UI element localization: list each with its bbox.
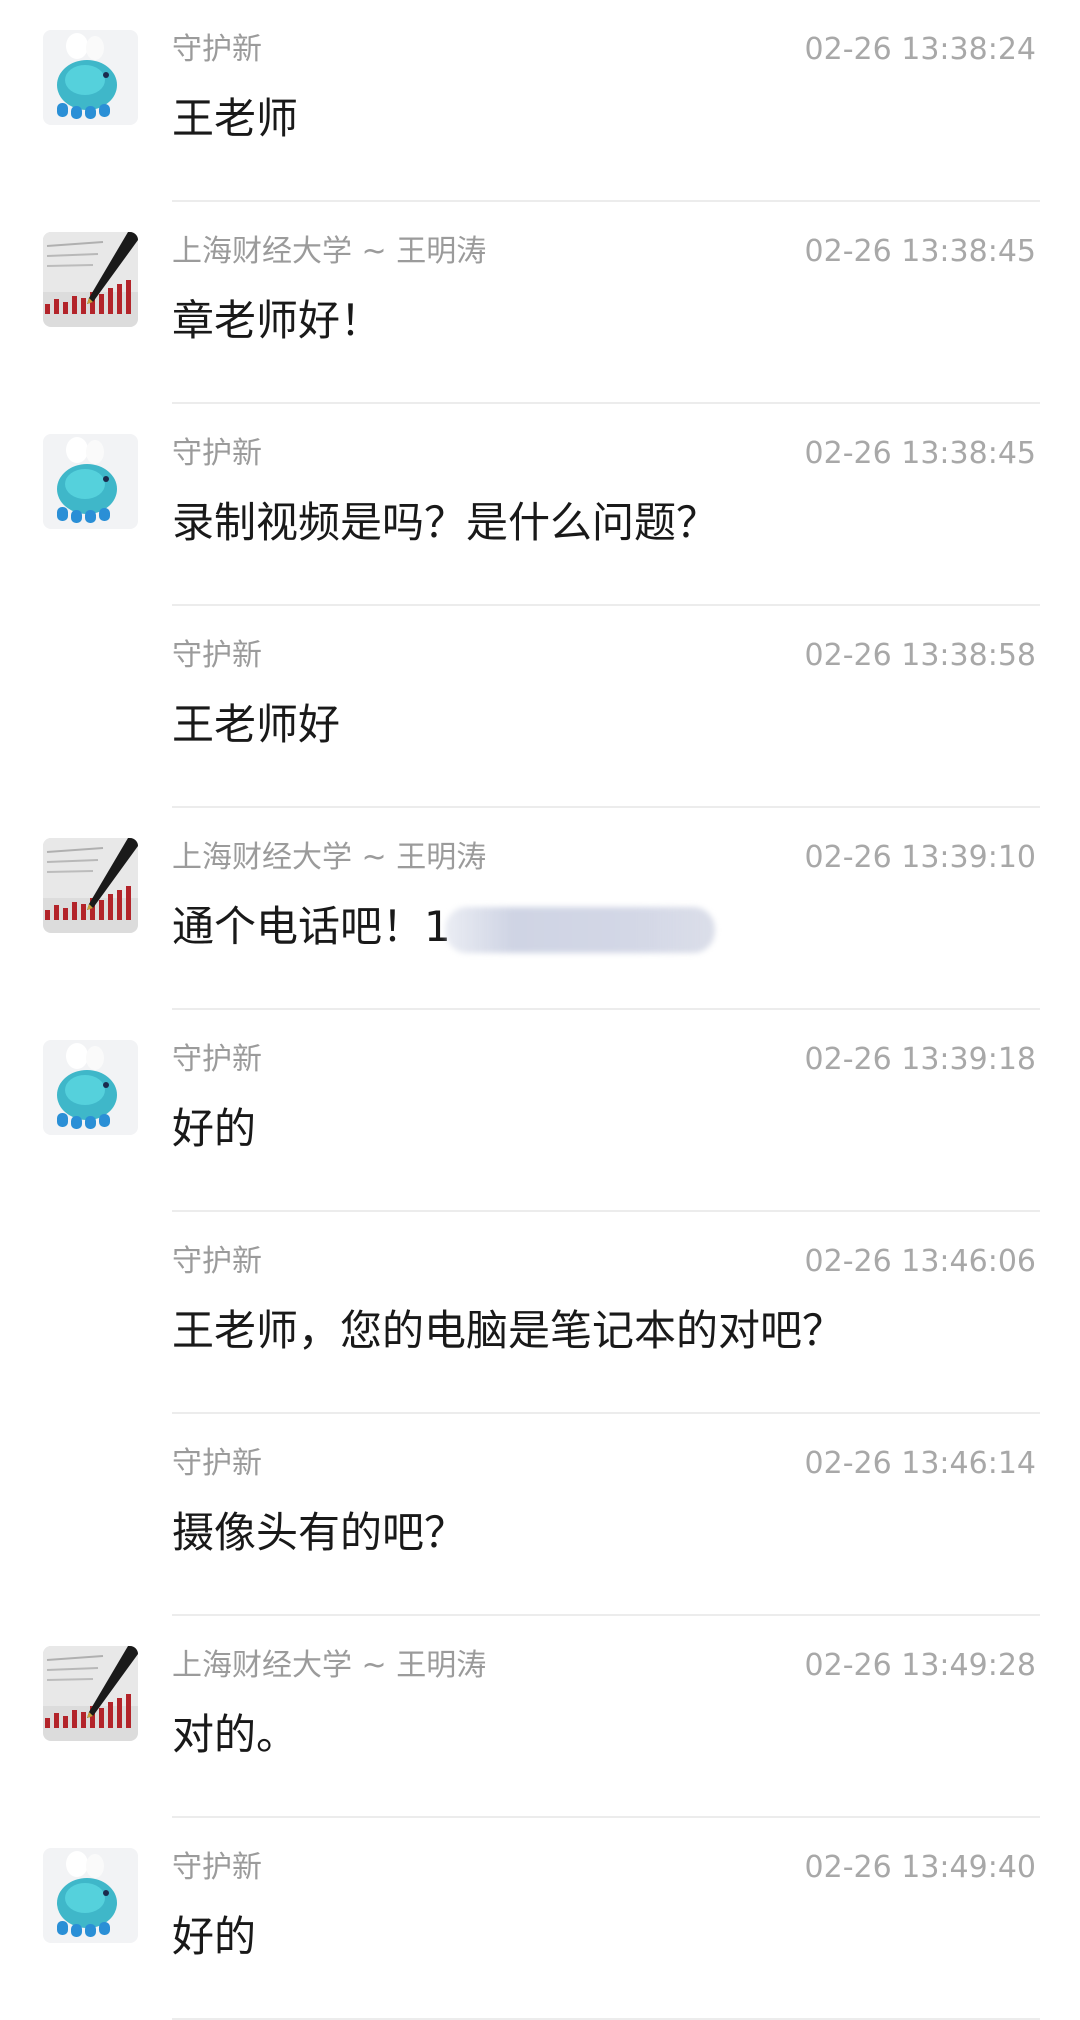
sender-name: 守护新 — [172, 1244, 262, 1279]
pen-chart-avatar[interactable] — [43, 232, 138, 327]
sender-name: 上海财经大学 ~ 王明涛 — [172, 234, 487, 269]
message-time: 02-26 13:38:24 — [804, 32, 1036, 67]
message-row[interactable]: 守护新 02-26 13:49:40 好的 — [0, 1818, 1080, 2020]
chat-message-list: 守护新 02-26 13:38:24 王老师 上海财经大学 ~ 王明涛 02-2… — [0, 0, 1080, 2020]
sender-name: 守护新 — [172, 32, 262, 67]
message-text[interactable]: 章老师好！ — [172, 293, 382, 349]
message-time: 02-26 13:49:40 — [804, 1850, 1036, 1885]
message-row[interactable]: 守护新 02-26 13:46:06 王老师，您的电脑是笔记本的对吧？ — [0, 1212, 1080, 1414]
message-time: 02-26 13:38:45 — [804, 234, 1036, 269]
message-text[interactable]: 录制视频是吗？是什么问题？ — [172, 495, 718, 551]
message-row[interactable]: 上海财经大学 ~ 王明涛 02-26 13:49:28 对的。 — [0, 1616, 1080, 1818]
message-text[interactable]: 王老师好 — [172, 697, 340, 753]
message-time: 02-26 13:39:10 — [804, 840, 1036, 875]
pen-chart-avatar[interactable] — [43, 1646, 138, 1741]
message-text[interactable]: 对的。 — [172, 1707, 298, 1763]
message-row[interactable]: 守护新 02-26 13:38:45 录制视频是吗？是什么问题？ — [0, 404, 1080, 606]
sender-name: 守护新 — [172, 638, 262, 673]
message-time: 02-26 13:38:58 — [804, 638, 1036, 673]
blue-toy-avatar[interactable] — [43, 30, 138, 125]
message-text[interactable]: 好的 — [172, 1101, 256, 1157]
blue-toy-avatar[interactable] — [43, 1848, 138, 1943]
message-time: 02-26 13:38:45 — [804, 436, 1036, 471]
message-text-with-phone[interactable]: 通个电话吧！1 — [172, 899, 715, 955]
message-row[interactable]: 守护新 02-26 13:38:58 王老师好 — [0, 606, 1080, 808]
message-row[interactable]: 守护新 02-26 13:46:14 摄像头有的吧？ — [0, 1414, 1080, 1616]
sender-name: 上海财经大学 ~ 王明涛 — [172, 840, 487, 875]
message-text[interactable]: 好的 — [172, 1909, 256, 1965]
sender-name: 守护新 — [172, 1446, 262, 1481]
message-text: 通个电话吧！ — [172, 902, 425, 951]
message-time: 02-26 13:39:18 — [804, 1042, 1036, 1077]
pen-chart-avatar[interactable] — [43, 838, 138, 933]
message-text[interactable]: 王老师 — [172, 91, 298, 147]
sender-name: 守护新 — [172, 436, 262, 471]
message-time: 02-26 13:46:06 — [804, 1244, 1036, 1279]
sender-name: 上海财经大学 ~ 王明涛 — [172, 1648, 487, 1683]
blue-toy-avatar[interactable] — [43, 1040, 138, 1135]
message-text[interactable]: 王老师，您的电脑是笔记本的对吧？ — [172, 1303, 844, 1359]
sender-name: 守护新 — [172, 1042, 262, 1077]
message-row[interactable]: 上海财经大学 ~ 王明涛 02-26 13:38:45 章老师好！ — [0, 202, 1080, 404]
message-time: 02-26 13:49:28 — [804, 1648, 1036, 1683]
message-row[interactable]: 守护新 02-26 13:38:24 王老师 — [0, 0, 1080, 202]
message-time: 02-26 13:46:14 — [804, 1446, 1036, 1481]
blue-toy-avatar[interactable] — [43, 434, 138, 529]
message-row[interactable]: 上海财经大学 ~ 王明涛 02-26 13:39:10 通个电话吧！1 — [0, 808, 1080, 1010]
sender-name: 守护新 — [172, 1850, 262, 1885]
message-row[interactable]: 守护新 02-26 13:39:18 好的 — [0, 1010, 1080, 1212]
redacted-phone-blur — [444, 906, 715, 953]
message-text[interactable]: 摄像头有的吧？ — [172, 1505, 466, 1561]
